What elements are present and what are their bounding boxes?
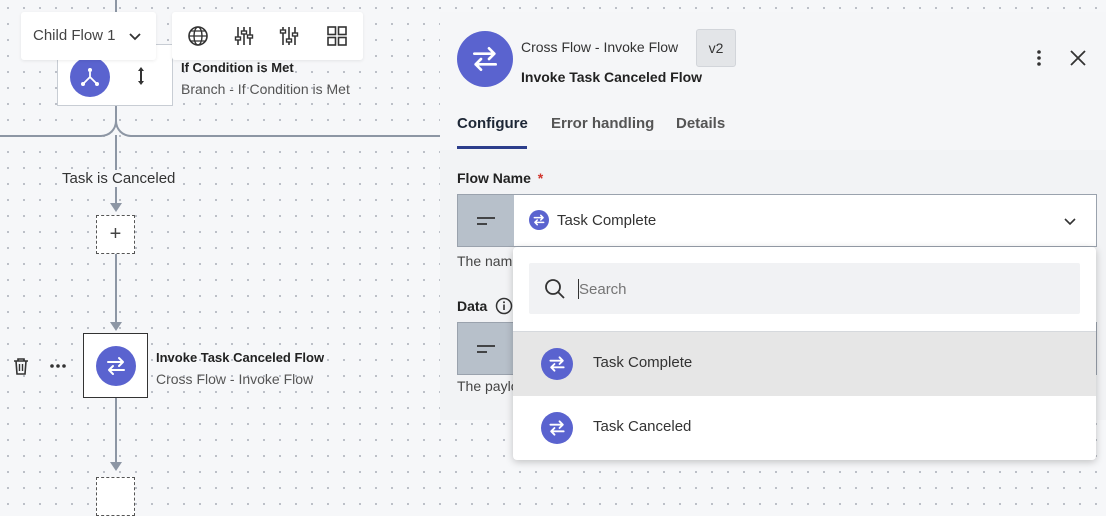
chevron-down-icon xyxy=(1063,215,1077,233)
arrow-head xyxy=(110,462,122,471)
cross-flow-icon xyxy=(457,31,513,87)
tab-details[interactable]: Details xyxy=(676,115,725,132)
flow-selector-label: Child Flow 1 xyxy=(33,27,116,44)
connector xyxy=(115,106,117,120)
plus-icon: + xyxy=(109,223,122,245)
expand-collapse-icon[interactable] xyxy=(134,65,148,87)
trash-icon[interactable] xyxy=(12,356,30,376)
branch-icon xyxy=(70,57,110,97)
close-icon[interactable] xyxy=(1069,49,1089,69)
flow-name-select[interactable]: Task Complete xyxy=(457,194,1097,247)
branch-node-subtitle: Branch - If Condition is Met xyxy=(181,81,350,97)
flow-name-value: Task Complete xyxy=(557,212,657,229)
canvas-toolbar xyxy=(172,12,363,60)
dropdown-search[interactable] xyxy=(529,263,1080,314)
branch-node-title: If Condition is Met xyxy=(181,60,294,75)
connector xyxy=(115,254,117,324)
step-type: Cross Flow - Invoke Flow xyxy=(521,39,679,55)
cross-flow-icon xyxy=(96,346,136,386)
flow-selector[interactable]: Child Flow 1 xyxy=(21,12,156,60)
search-icon xyxy=(544,278,566,305)
chevron-down-icon xyxy=(128,30,142,48)
dropdown-option-task-canceled[interactable]: Task Canceled xyxy=(513,396,1096,460)
text-format-icon xyxy=(458,323,514,374)
invoke-flow-node[interactable] xyxy=(83,333,148,398)
branch-line xyxy=(131,135,440,137)
option-label: Task Complete xyxy=(593,354,693,371)
arrow-head xyxy=(110,322,122,331)
data-label: Data xyxy=(457,298,487,314)
branch-line xyxy=(0,135,100,137)
tab-configure[interactable]: Configure xyxy=(457,115,528,132)
connector xyxy=(115,398,117,464)
flow-canvas[interactable]: If Condition is Met Branch - If Conditio… xyxy=(0,0,440,516)
text-format-icon xyxy=(458,195,514,246)
dropdown-option-task-complete[interactable]: Task Complete xyxy=(513,332,1096,396)
data-label-text: Data xyxy=(457,298,488,314)
globe-icon[interactable] xyxy=(185,23,211,49)
more-options-icon[interactable] xyxy=(48,356,68,376)
grid-icon[interactable] xyxy=(324,23,350,49)
option-label: Task Canceled xyxy=(593,418,692,435)
add-step-button[interactable]: + xyxy=(96,215,135,254)
flow-name-label-text: Flow Name xyxy=(457,170,531,186)
flow-name-label: Flow Name * xyxy=(457,170,543,186)
active-tab-underline xyxy=(457,146,527,149)
data-helper: The paylo xyxy=(457,378,519,394)
info-icon[interactable] xyxy=(495,297,513,315)
arrow-head xyxy=(110,203,122,212)
cross-flow-icon xyxy=(541,348,573,380)
search-input[interactable] xyxy=(579,277,1059,301)
required-mark: * xyxy=(537,170,544,186)
flow-name-helper: The nam xyxy=(457,253,513,269)
panel-header: Cross Flow - Invoke Flow v2 Invoke Task … xyxy=(440,12,1106,150)
flow-name-dropdown: Task Complete Task Canceled xyxy=(513,247,1096,460)
invoke-node-title: Invoke Task Canceled Flow xyxy=(156,350,325,365)
more-options-icon[interactable] xyxy=(1029,48,1049,68)
sliders-icon[interactable] xyxy=(231,23,257,49)
cross-flow-icon xyxy=(529,210,549,230)
panel-title: Invoke Task Canceled Flow xyxy=(521,69,703,85)
invoke-node-subtitle: Cross Flow - Invoke Flow xyxy=(156,371,314,387)
add-step-button[interactable] xyxy=(96,477,135,516)
tab-error-handling[interactable]: Error handling xyxy=(551,115,654,132)
edge-label: Task is Canceled xyxy=(60,170,178,187)
branch-curve xyxy=(115,119,133,137)
sliders-alt-icon[interactable] xyxy=(276,23,302,49)
version-badge: v2 xyxy=(696,29,736,67)
cross-flow-icon xyxy=(541,412,573,444)
